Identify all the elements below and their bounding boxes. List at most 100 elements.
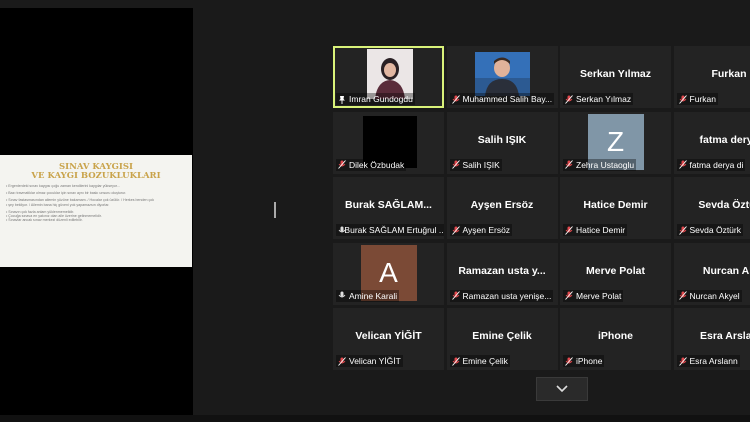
- mic-muted-icon: [451, 94, 460, 104]
- participant-label-text: Sevda Öztürk: [689, 225, 742, 235]
- mic-muted-icon: [565, 160, 573, 169]
- participant-tile[interactable]: Sevda Öztür Sevda Öztürk: [673, 177, 750, 239]
- participant-name-label: Burak SAĞLAM Ertuğrul ...: [336, 224, 444, 236]
- participant-display-name: Hatice Demir: [583, 199, 648, 211]
- participant-display-name: Velican YİĞİT: [355, 330, 422, 342]
- participant-name-label: Nurcan Akyel: [676, 289, 742, 302]
- participant-label-text: Furkan: [689, 94, 716, 104]
- participant-label-text: Ayşen Ersöz: [462, 225, 511, 235]
- mic-muted-icon: [451, 291, 460, 300]
- pane-resize-handle[interactable]: [274, 202, 276, 218]
- participant-tile[interactable]: Z Zehra Ustaoglu: [560, 111, 671, 174]
- participant-tile[interactable]: Ramazan usta y... Ramazan usta yenişe...: [446, 242, 558, 305]
- slide-line: • Sınavlar ancak sınav merkezi düzenli e…: [6, 218, 83, 223]
- mic-icon: [338, 226, 346, 235]
- participant-label-text: Merve Polat: [576, 290, 622, 301]
- participant-tile[interactable]: A Amine Karali: [333, 242, 444, 305]
- shared-slide: SINAV KAYGISI VE KAYGI BOZUKLUKLARI • Er…: [0, 155, 192, 267]
- participant-label-text: Serkan Yılmaz: [576, 94, 632, 104]
- participant-display-name: Ramazan usta y...: [458, 264, 546, 277]
- participant-name-label: Serkan Yılmaz: [563, 93, 634, 105]
- participant-display-name: Furkan: [711, 68, 747, 80]
- participant-name-label: Dilek Özbudak: [336, 158, 407, 171]
- participant-tile[interactable]: Nurcan Ak Nurcan Akyel: [673, 242, 750, 305]
- participant-label-text: Zehra Ustaoglu: [576, 159, 635, 170]
- participant-tile[interactable]: Salih IŞIK Salih IŞIK: [446, 111, 558, 174]
- pin-icon: [338, 95, 346, 104]
- participant-label-text: Dilek Özbudak: [349, 159, 405, 170]
- participant-name-label: fatma derya di: [676, 158, 746, 171]
- participant-name-label: Velican YİĞİT: [336, 355, 403, 367]
- participant-display-name: iPhone: [597, 330, 633, 342]
- participant-label-text: Hatice Demir: [576, 225, 626, 235]
- participant-label-text: Amine Karali: [349, 290, 398, 301]
- participant-label-text: Esra Arslann: [689, 356, 738, 366]
- mic-muted-icon: [451, 225, 460, 235]
- participant-name-label: Imran Gundogdu: [336, 93, 415, 105]
- participant-label-text: iPhone: [576, 356, 603, 366]
- participant-tile[interactable]: Serkan Yılmaz Serkan Yılmaz: [560, 46, 671, 108]
- participant-display-name: fatma derya: [699, 133, 750, 146]
- participant-name-label: Salih IŞIK: [449, 158, 502, 171]
- participant-name-label: Sevda Öztürk: [676, 224, 743, 236]
- participant-label-text: Muhammed Salih Bay...: [462, 94, 553, 104]
- mic-muted-icon: [338, 160, 346, 169]
- participant-name-label: Muhammed Salih Bay...: [449, 93, 555, 105]
- participant-label-text: Salih IŞIK: [462, 159, 500, 170]
- participant-display-name: Sevda Öztür: [698, 199, 750, 211]
- participant-name-label: Merve Polat: [563, 289, 624, 302]
- mic-muted-icon: [678, 356, 687, 366]
- participant-name-label: Esra Arslann: [676, 355, 740, 367]
- video-feed: [367, 49, 413, 99]
- participant-name-label: Ayşen Ersöz: [449, 224, 513, 236]
- participant-tile[interactable]: Imran Gundogdu: [333, 46, 444, 108]
- mic-muted-icon: [678, 94, 687, 104]
- participant-name-label: Furkan: [676, 93, 718, 105]
- participant-label-text: Nurcan Akyel: [689, 290, 740, 301]
- mic-muted-icon: [451, 160, 460, 169]
- participant-name-label: Emine Çelik: [449, 355, 510, 367]
- mic-muted-icon: [565, 356, 573, 366]
- participant-display-name: Nurcan Ak: [702, 264, 750, 277]
- participant-tile[interactable]: Esra Arslan Esra Arslann: [673, 308, 750, 370]
- mic-muted-icon: [451, 356, 460, 366]
- participant-label-text: Emine Çelik: [462, 356, 508, 366]
- participant-tile[interactable]: Burak SAĞLAM... Burak SAĞLAM Ertuğrul ...: [333, 177, 444, 239]
- participant-display-name: Emine Çelik: [472, 330, 532, 342]
- participant-tile[interactable]: Muhammed Salih Bay...: [446, 46, 558, 108]
- participant-tile[interactable]: Furkan Furkan: [673, 46, 750, 108]
- mic-muted-icon: [565, 291, 573, 300]
- mic-muted-icon: [678, 225, 687, 235]
- participant-display-name: Merve Polat: [586, 264, 645, 277]
- participant-tile[interactable]: Hatice Demir Hatice Demir: [560, 177, 671, 239]
- participant-tile[interactable]: Emine Çelik Emine Çelik: [446, 308, 558, 370]
- mic-muted-icon: [565, 94, 573, 104]
- slide-body: • Ergenlerdeki sınav kaygısı çoğu zaman …: [0, 184, 192, 222]
- participant-label-text: Burak SAĞLAM Ertuğrul ...: [344, 225, 444, 235]
- participant-display-name: Burak SAĞLAM...: [345, 199, 432, 211]
- participant-tile[interactable]: Dilek Özbudak: [333, 111, 444, 174]
- participant-display-name: Esra Arslan: [700, 330, 750, 342]
- participant-name-label: Hatice Demir: [563, 224, 628, 236]
- participant-tile[interactable]: Ayşen Ersöz Ayşen Ersöz: [446, 177, 558, 239]
- video-feed: [474, 52, 530, 96]
- participant-display-name: Salih IŞIK: [477, 133, 527, 146]
- participant-tile[interactable]: fatma derya fatma derya di: [673, 111, 750, 174]
- mic-icon: [338, 291, 346, 300]
- participant-display-name: Serkan Yılmaz: [579, 68, 651, 80]
- slide-title-line2: VE KAYGI BOZUKLUKLARI: [31, 171, 161, 181]
- participant-tile[interactable]: iPhone iPhone: [560, 308, 671, 370]
- mic-muted-icon: [678, 160, 687, 169]
- participant-label-text: Ramazan usta yenişe...: [462, 290, 552, 301]
- mic-muted-icon: [565, 225, 573, 235]
- mic-muted-icon: [338, 356, 346, 366]
- participant-display-name: Ayşen Ersöz: [470, 199, 534, 211]
- participant-tile[interactable]: Velican YİĞİT Velican YİĞİT: [333, 308, 444, 370]
- chevron-down-icon: [556, 380, 568, 398]
- participant-label-text: fatma derya di: [689, 159, 744, 170]
- meeting-toolbar: [0, 415, 750, 422]
- participant-tile[interactable]: Merve Polat Merve Polat: [560, 242, 671, 305]
- participant-label-text: Velican YİĞİT: [349, 356, 401, 366]
- participant-name-label: Ramazan usta yenişe...: [449, 289, 554, 302]
- scroll-down-button[interactable]: [536, 377, 588, 401]
